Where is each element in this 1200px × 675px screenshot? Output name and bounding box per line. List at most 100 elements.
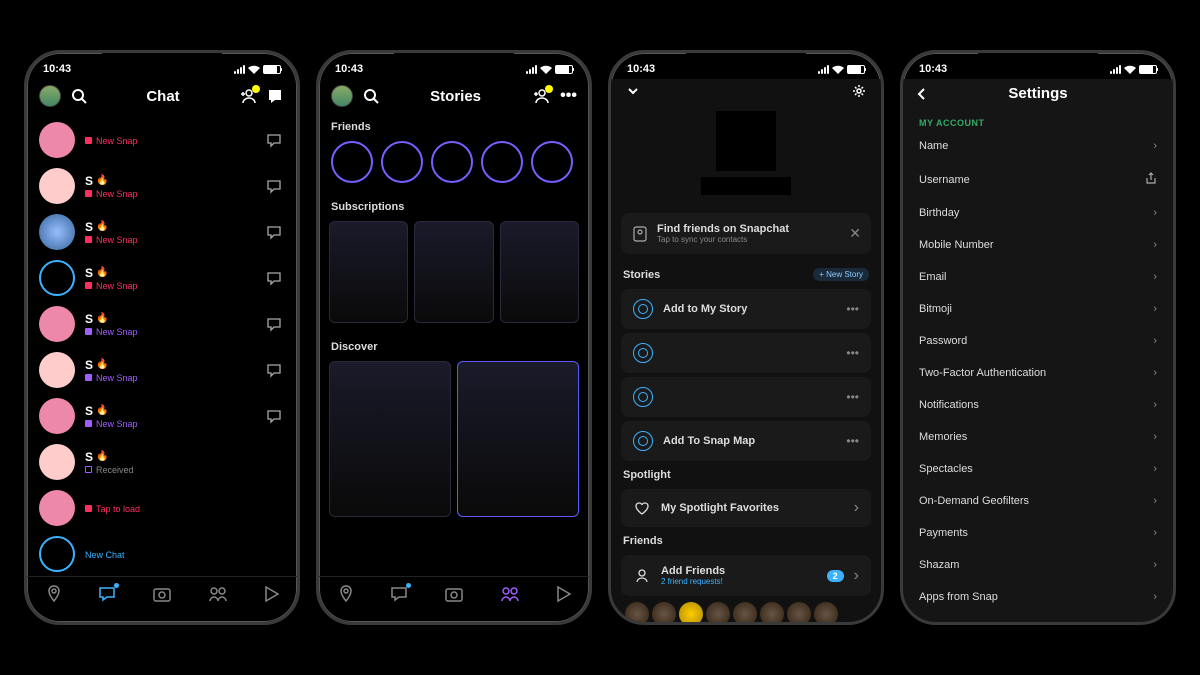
compose-icon[interactable] xyxy=(267,88,285,104)
friend-avatar[interactable] xyxy=(625,602,649,622)
nav-map-icon[interactable] xyxy=(337,585,355,608)
chat-row[interactable]: S🔥New Snap xyxy=(27,255,297,301)
chat-avatar[interactable] xyxy=(39,398,75,434)
settings-row[interactable]: Birthday› xyxy=(903,197,1173,229)
nav-stories-icon[interactable] xyxy=(500,585,520,608)
more-icon[interactable]: ••• xyxy=(846,302,859,316)
chat-reply-icon[interactable] xyxy=(263,129,285,151)
story-card[interactable]: ••• xyxy=(621,333,871,373)
story-circle[interactable] xyxy=(431,141,473,183)
chat-avatar[interactable] xyxy=(39,260,75,296)
more-icon[interactable]: ••• xyxy=(846,434,859,448)
add-friend-icon[interactable] xyxy=(532,88,550,104)
discover-tile[interactable] xyxy=(457,361,579,517)
subscription-tile[interactable] xyxy=(414,221,493,323)
friend-avatar[interactable] xyxy=(814,602,838,622)
story-circle[interactable] xyxy=(531,141,573,183)
friend-avatar[interactable] xyxy=(733,602,757,622)
settings-row[interactable]: Snapcodes› xyxy=(903,613,1173,622)
add-friend-icon[interactable] xyxy=(239,88,257,104)
chat-avatar[interactable] xyxy=(39,352,75,388)
chat-avatar[interactable] xyxy=(39,214,75,250)
chat-row[interactable]: Tap to load xyxy=(27,485,297,531)
friend-avatar[interactable] xyxy=(787,602,811,622)
chat-row[interactable]: S🔥New Snap xyxy=(27,209,297,255)
friends-stories-row[interactable] xyxy=(319,137,589,197)
nav-spotlight-icon[interactable] xyxy=(263,585,279,608)
settings-row[interactable]: Spectacles› xyxy=(903,453,1173,485)
new-story-button[interactable]: + New Story xyxy=(813,268,869,281)
settings-row[interactable]: Username xyxy=(903,162,1173,197)
settings-list[interactable]: MY ACCOUNT Name›UsernameBirthday›Mobile … xyxy=(903,112,1173,622)
settings-row[interactable]: Name› xyxy=(903,130,1173,162)
nav-spotlight-icon[interactable] xyxy=(555,585,571,608)
add-friends-card[interactable]: Add Friends 2 friend requests! 2 › xyxy=(621,555,871,596)
settings-row[interactable]: Memories› xyxy=(903,421,1173,453)
search-icon[interactable] xyxy=(363,88,379,104)
more-icon[interactable]: ••• xyxy=(560,87,577,105)
chat-row[interactable]: New Chat xyxy=(27,531,297,576)
settings-row[interactable]: Shazam› xyxy=(903,549,1173,581)
settings-row[interactable]: Apps from Snap› xyxy=(903,581,1173,613)
chat-avatar[interactable] xyxy=(39,122,75,158)
nav-chat-icon[interactable] xyxy=(98,585,116,608)
my-avatar[interactable] xyxy=(39,85,61,107)
settings-row[interactable]: Mobile Number› xyxy=(903,229,1173,261)
chat-avatar[interactable] xyxy=(39,444,75,480)
friend-avatar[interactable] xyxy=(706,602,730,622)
chat-list[interactable]: New SnapS🔥New SnapS🔥New SnapS🔥New SnapS🔥… xyxy=(27,117,297,576)
subscription-tile[interactable] xyxy=(500,221,579,323)
my-avatar[interactable] xyxy=(331,85,353,107)
chat-reply-icon[interactable] xyxy=(263,313,285,335)
more-icon[interactable]: ••• xyxy=(846,346,859,360)
friend-avatar[interactable] xyxy=(760,602,784,622)
chat-reply-icon[interactable] xyxy=(263,175,285,197)
chat-avatar[interactable] xyxy=(39,306,75,342)
friend-avatar[interactable] xyxy=(652,602,676,622)
chat-reply-icon[interactable] xyxy=(263,221,285,243)
friend-avatar[interactable] xyxy=(679,602,703,622)
chevron-down-icon[interactable] xyxy=(625,83,641,99)
story-card[interactable]: ••• xyxy=(621,377,871,417)
chat-reply-icon[interactable] xyxy=(263,405,285,427)
settings-row[interactable]: Email› xyxy=(903,261,1173,293)
chat-reply-icon[interactable] xyxy=(263,359,285,381)
find-friends-banner[interactable]: Find friends on Snapchat Tap to sync you… xyxy=(621,213,871,254)
nav-camera-icon[interactable] xyxy=(152,585,172,608)
search-icon[interactable] xyxy=(71,88,87,104)
chat-row[interactable]: New Snap xyxy=(27,117,297,163)
nav-stories-icon[interactable] xyxy=(208,585,228,608)
chat-row[interactable]: S🔥Received xyxy=(27,439,297,485)
spotlight-favorites-card[interactable]: My Spotlight Favorites › xyxy=(621,489,871,527)
settings-row[interactable]: Notifications› xyxy=(903,389,1173,421)
story-circle[interactable] xyxy=(481,141,523,183)
settings-row[interactable]: Bitmoji› xyxy=(903,293,1173,325)
add-snap-map-card[interactable]: Add To Snap Map ••• xyxy=(621,421,871,461)
chat-row[interactable]: S🔥New Snap xyxy=(27,301,297,347)
back-icon[interactable] xyxy=(915,87,929,101)
settings-row[interactable]: On-Demand Geofilters› xyxy=(903,485,1173,517)
chat-row[interactable]: S🔥New Snap xyxy=(27,393,297,439)
story-circle[interactable] xyxy=(381,141,423,183)
settings-row[interactable]: Password› xyxy=(903,325,1173,357)
discover-tile[interactable] xyxy=(329,361,451,517)
profile-avatar-placeholder[interactable] xyxy=(716,111,776,171)
chat-avatar[interactable] xyxy=(39,536,75,572)
chat-row[interactable]: S🔥New Snap xyxy=(27,163,297,209)
chat-avatar[interactable] xyxy=(39,168,75,204)
nav-camera-icon[interactable] xyxy=(444,585,464,608)
add-my-story-card[interactable]: Add to My Story ••• xyxy=(621,289,871,329)
nav-map-icon[interactable] xyxy=(45,585,63,608)
more-icon[interactable]: ••• xyxy=(846,390,859,404)
subscription-tile[interactable] xyxy=(329,221,408,323)
chat-reply-icon[interactable] xyxy=(263,267,285,289)
settings-row[interactable]: Payments› xyxy=(903,517,1173,549)
stories-content[interactable]: Friends Subscriptions Discover xyxy=(319,117,589,576)
chat-row[interactable]: S🔥New Snap xyxy=(27,347,297,393)
settings-row[interactable]: Two-Factor Authentication› xyxy=(903,357,1173,389)
gear-icon[interactable] xyxy=(851,83,867,99)
story-circle[interactable] xyxy=(331,141,373,183)
nav-chat-icon[interactable] xyxy=(390,585,408,608)
chat-avatar[interactable] xyxy=(39,490,75,526)
close-icon[interactable]: ✕ xyxy=(849,225,861,242)
